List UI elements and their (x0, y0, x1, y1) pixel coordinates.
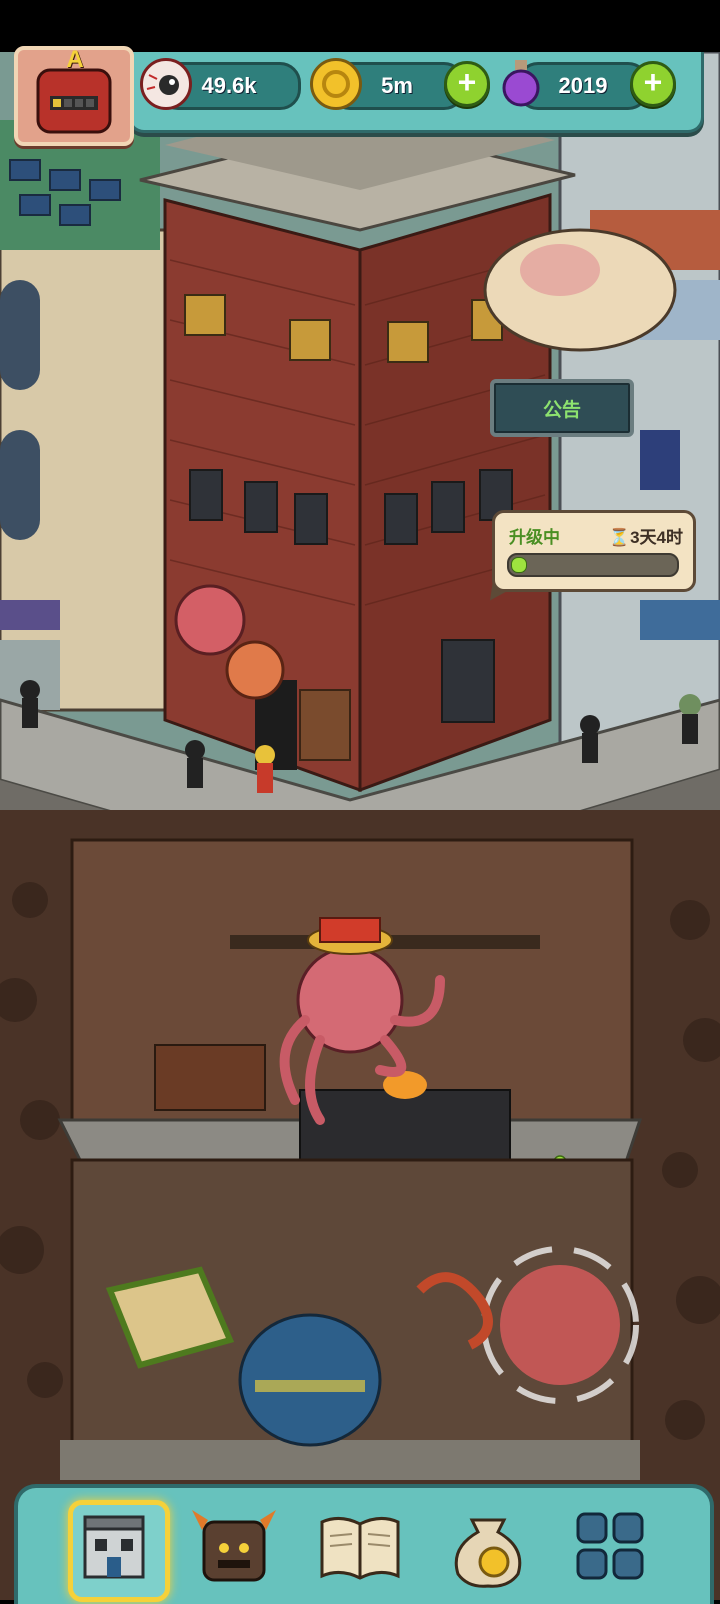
upgrade-time-remaining: 3天4时 (630, 528, 683, 547)
upgrade-time: ⏳3天4时 (609, 523, 683, 548)
upgrade-progress-bar (507, 553, 679, 577)
upgrade-status-label: 升级中 (509, 528, 560, 547)
book-icon (320, 1517, 400, 1580)
monster-icon (192, 1510, 276, 1582)
nav-book-button[interactable] (314, 1500, 406, 1592)
building-icon (83, 1515, 145, 1579)
notice-label: 公告 (542, 400, 581, 421)
grid-icon (576, 1512, 644, 1580)
rank-letter: A (66, 46, 84, 73)
status-bar (0, 0, 720, 52)
nav-monster-button[interactable] (188, 1500, 280, 1592)
coin-icon (310, 58, 362, 110)
potion-icon (498, 58, 544, 107)
notice-board-button[interactable]: 公告 (490, 379, 634, 437)
nav-building-button[interactable] (68, 1500, 170, 1602)
upgrade-status-bubble[interactable]: 升级中 ⏳3天4时 (492, 510, 696, 592)
nav-menu-grid-button[interactable] (564, 1500, 656, 1592)
player-rank-badge[interactable]: A (14, 46, 134, 146)
game-scene[interactable] (0, 52, 720, 1600)
hourglass-icon: ⏳ (608, 528, 631, 547)
eyeball-icon (140, 58, 192, 110)
scene-art (0, 52, 720, 1600)
add-coin-button[interactable]: + (444, 61, 490, 107)
resource-bar: 49.6k 5m 2019 (128, 52, 704, 133)
nav-coin-bag-button[interactable] (442, 1500, 534, 1592)
bottom-nav (14, 1484, 714, 1604)
add-potion-button[interactable]: + (630, 61, 676, 107)
coin-bag-icon (454, 1518, 522, 1588)
upgrade-progress-fill (511, 557, 527, 573)
